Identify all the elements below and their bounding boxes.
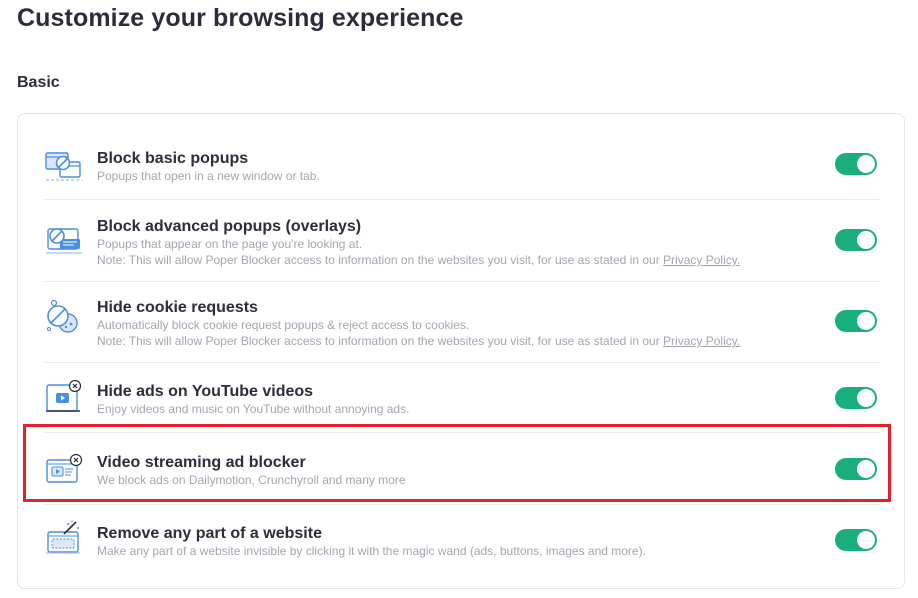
setting-row-advanced-popups: Block advanced popups (overlays) Popups … xyxy=(44,217,880,269)
setting-row-basic-popups: Block basic popups Popups that open in a… xyxy=(44,149,880,189)
setting-title: Video streaming ad blocker xyxy=(97,454,306,471)
divider xyxy=(44,432,880,433)
setting-text: Hide ads on YouTube videos Enjoy videos … xyxy=(97,382,797,417)
toggle-knob xyxy=(857,389,875,407)
video-streaming-icon xyxy=(44,452,84,488)
setting-note: Note: This will allow Poper Blocker acce… xyxy=(97,252,797,268)
toggle-remove-part[interactable] xyxy=(835,529,877,551)
toggle-knob xyxy=(857,531,875,549)
cookie-block-icon xyxy=(44,299,84,335)
setting-title: Remove any part of a website xyxy=(97,525,322,542)
toggle-video-streaming[interactable] xyxy=(835,458,877,480)
divider xyxy=(44,281,880,282)
setting-description: Enjoy videos and music on YouTube withou… xyxy=(97,402,410,416)
toggle-knob xyxy=(857,231,875,249)
setting-row-youtube-ads: Hide ads on YouTube videos Enjoy videos … xyxy=(44,379,880,422)
setting-description: Popups that appear on the page you're lo… xyxy=(97,237,363,251)
setting-description: Popups that open in a new window or tab. xyxy=(97,169,320,183)
divider xyxy=(44,362,880,363)
divider xyxy=(44,199,880,200)
privacy-policy-link[interactable]: Privacy Policy. xyxy=(663,334,740,348)
section-title: Basic xyxy=(17,74,60,91)
setting-row-video-streaming: Video streaming ad blocker We block ads … xyxy=(44,453,880,493)
setting-text: Block advanced popups (overlays) Popups … xyxy=(97,217,797,268)
setting-description: We block ads on Dailymotion, Crunchyroll… xyxy=(97,473,406,487)
note-text: Note: This will allow Poper Blocker acce… xyxy=(97,334,664,348)
setting-row-cookie-requests: Hide cookie requests Automatically block… xyxy=(44,298,880,350)
setting-text: Hide cookie requests Automatically block… xyxy=(97,298,797,349)
setting-text: Block basic popups Popups that open in a… xyxy=(97,149,797,184)
toggle-youtube-ads[interactable] xyxy=(835,387,877,409)
setting-title: Hide ads on YouTube videos xyxy=(97,383,314,400)
settings-card: Block basic popups Popups that open in a… xyxy=(17,113,905,589)
toggle-basic-popups[interactable] xyxy=(835,153,877,175)
setting-title: Block basic popups xyxy=(97,150,249,167)
popup-window-icon xyxy=(44,149,84,185)
setting-description: Automatically block cookie request popup… xyxy=(97,318,470,332)
privacy-policy-link[interactable]: Privacy Policy. xyxy=(663,253,740,267)
toggle-knob xyxy=(857,460,875,478)
youtube-ad-block-icon xyxy=(44,379,84,415)
toggle-advanced-popups[interactable] xyxy=(835,229,877,251)
toggle-knob xyxy=(857,312,875,330)
overlay-popup-icon xyxy=(44,221,84,257)
divider xyxy=(44,504,880,505)
settings-page: Customize your browsing experience Basic… xyxy=(0,0,918,598)
setting-text: Remove any part of a website Make any pa… xyxy=(97,524,797,559)
setting-title: Hide cookie requests xyxy=(97,299,258,316)
note-text: Note: This will allow Poper Blocker acce… xyxy=(97,253,664,267)
setting-note: Note: This will allow Poper Blocker acce… xyxy=(97,333,797,349)
toggle-cookie-requests[interactable] xyxy=(835,310,877,332)
setting-text: Video streaming ad blocker We block ads … xyxy=(97,453,797,488)
setting-title: Block advanced popups (overlays) xyxy=(97,218,362,235)
setting-row-remove-part: Remove any part of a website Make any pa… xyxy=(44,520,880,564)
setting-description: Make any part of a website invisible by … xyxy=(97,544,646,558)
page-title: Customize your browsing experience xyxy=(17,4,464,32)
magic-wand-icon xyxy=(44,520,84,556)
toggle-knob xyxy=(857,155,875,173)
